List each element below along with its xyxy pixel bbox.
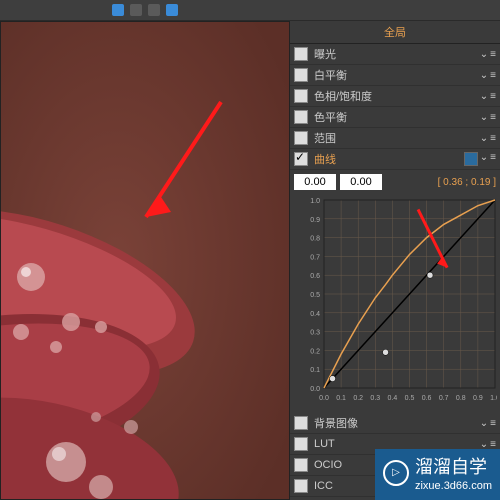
section-label: 背景图像 (314, 415, 480, 431)
svg-text:0.8: 0.8 (310, 236, 320, 243)
tool-icon-1[interactable] (130, 4, 142, 16)
curve-input-x[interactable]: 0.00 (294, 174, 336, 190)
menu-icon[interactable]: ≡ (490, 133, 496, 144)
svg-text:0.4: 0.4 (388, 395, 398, 402)
svg-text:0.6: 0.6 (422, 395, 432, 402)
checkbox-icon[interactable] (294, 416, 308, 430)
chevron-down-icon[interactable]: ⌄ (480, 70, 488, 81)
svg-text:0.8: 0.8 (456, 395, 466, 402)
chevron-down-icon[interactable]: ⌄ (480, 133, 488, 144)
globe-icon[interactable] (112, 4, 124, 16)
left-pane (0, 0, 290, 500)
svg-text:0.7: 0.7 (439, 395, 449, 402)
watermark: ▷ 溜溜自学 zixue.3d66.com (375, 449, 500, 500)
chevron-down-icon[interactable]: ⌄ (480, 49, 488, 60)
menu-icon[interactable]: ≡ (490, 70, 496, 81)
chevron-down-icon[interactable]: ⌄ (480, 91, 488, 102)
svg-text:0.2: 0.2 (310, 348, 320, 355)
color-icon[interactable] (166, 4, 178, 16)
svg-text:0.5: 0.5 (405, 395, 415, 402)
adjustment-list: 曝光⌄≡白平衡⌄≡色相/饱和度⌄≡色平衡⌄≡范围⌄≡曲线⌄≡ (290, 44, 500, 170)
svg-text:0.5: 0.5 (310, 292, 320, 299)
watermark-url: zixue.3d66.com (415, 480, 492, 492)
curve-input-y[interactable]: 0.00 (340, 174, 382, 190)
section-row[interactable]: 背景图像⌄≡ (290, 413, 500, 434)
adjustment-row[interactable]: 曲线 ⌄≡ (290, 149, 500, 170)
curve-values-row: 0.00 0.00 [ 0.36 ; 0.19 ] (290, 170, 500, 194)
menu-icon[interactable]: ≡ (490, 49, 496, 60)
checkbox-icon[interactable] (294, 152, 308, 166)
adjustment-label: 色相/饱和度 (314, 88, 480, 104)
adjustment-label: 白平衡 (314, 67, 480, 83)
menu-icon[interactable]: ≡ (490, 112, 496, 123)
adjustment-row[interactable]: 范围⌄≡ (290, 128, 500, 149)
checkbox-icon[interactable] (294, 437, 308, 451)
chevron-down-icon[interactable]: ⌄ (480, 112, 488, 123)
viewport-toolbar (0, 0, 290, 21)
adjustment-row[interactable]: 曝光⌄≡ (290, 44, 500, 65)
menu-icon[interactable]: ≡ (490, 439, 496, 450)
menu-icon[interactable]: ≡ (490, 152, 496, 166)
svg-text:1.0: 1.0 (490, 395, 497, 402)
checkbox-icon[interactable] (294, 131, 308, 145)
panel-topbar (290, 0, 500, 21)
svg-text:0.6: 0.6 (310, 273, 320, 280)
checkbox-icon[interactable] (294, 68, 308, 82)
adjustment-row[interactable]: 色平衡⌄≡ (290, 107, 500, 128)
svg-text:0.4: 0.4 (310, 311, 320, 318)
adjustment-label: 曝光 (314, 46, 480, 62)
menu-icon[interactable]: ≡ (490, 91, 496, 102)
tool-icon-2[interactable] (148, 4, 160, 16)
svg-text:0.2: 0.2 (353, 395, 363, 402)
play-icon: ▷ (383, 460, 409, 486)
svg-text:0.3: 0.3 (370, 395, 380, 402)
adjustment-row[interactable]: 色相/饱和度⌄≡ (290, 86, 500, 107)
adjustment-label: 范围 (314, 130, 480, 146)
curves-chart[interactable]: 0.0 0.1 0.2 0.3 0.4 0.5 0.6 0.7 0.8 0.9 1.0 0.0 0.1 0… (302, 196, 496, 409)
chevron-down-icon[interactable]: ⌄ (480, 439, 488, 450)
checkbox-icon[interactable] (294, 89, 308, 103)
chevron-down-icon[interactable]: ⌄ (480, 418, 488, 429)
svg-text:0.9: 0.9 (310, 217, 320, 224)
svg-text:0.1: 0.1 (336, 395, 346, 402)
panel-title: 全局 (290, 21, 500, 44)
checkbox-icon[interactable] (294, 110, 308, 124)
svg-text:1.0: 1.0 (310, 198, 320, 205)
adjustment-label: 色平衡 (314, 109, 480, 125)
preview-image (1, 22, 290, 500)
curve-coord-readout: [ 0.36 ; 0.19 ] (438, 177, 496, 188)
svg-text:0.0: 0.0 (310, 386, 320, 393)
svg-text:0.7: 0.7 (310, 254, 320, 261)
svg-text:0.3: 0.3 (310, 330, 320, 337)
checkbox-icon[interactable] (294, 479, 308, 493)
checkbox-icon[interactable] (294, 458, 308, 472)
svg-text:0.0: 0.0 (319, 395, 329, 402)
channel-icon[interactable] (464, 152, 478, 166)
checkbox-icon[interactable] (294, 47, 308, 61)
watermark-title: 溜溜自学 (415, 453, 492, 479)
adjustment-row[interactable]: 白平衡⌄≡ (290, 65, 500, 86)
right-panel: 全局 曝光⌄≡白平衡⌄≡色相/饱和度⌄≡色平衡⌄≡范围⌄≡曲线⌄≡ 0.00 0… (290, 0, 500, 500)
svg-text:0.9: 0.9 (473, 395, 483, 402)
chevron-down-icon[interactable]: ⌄ (480, 152, 488, 166)
image-viewport[interactable] (0, 21, 290, 500)
adjustment-label: 曲线 (314, 151, 464, 167)
menu-icon[interactable]: ≡ (490, 418, 496, 429)
svg-text:0.1: 0.1 (310, 367, 320, 374)
